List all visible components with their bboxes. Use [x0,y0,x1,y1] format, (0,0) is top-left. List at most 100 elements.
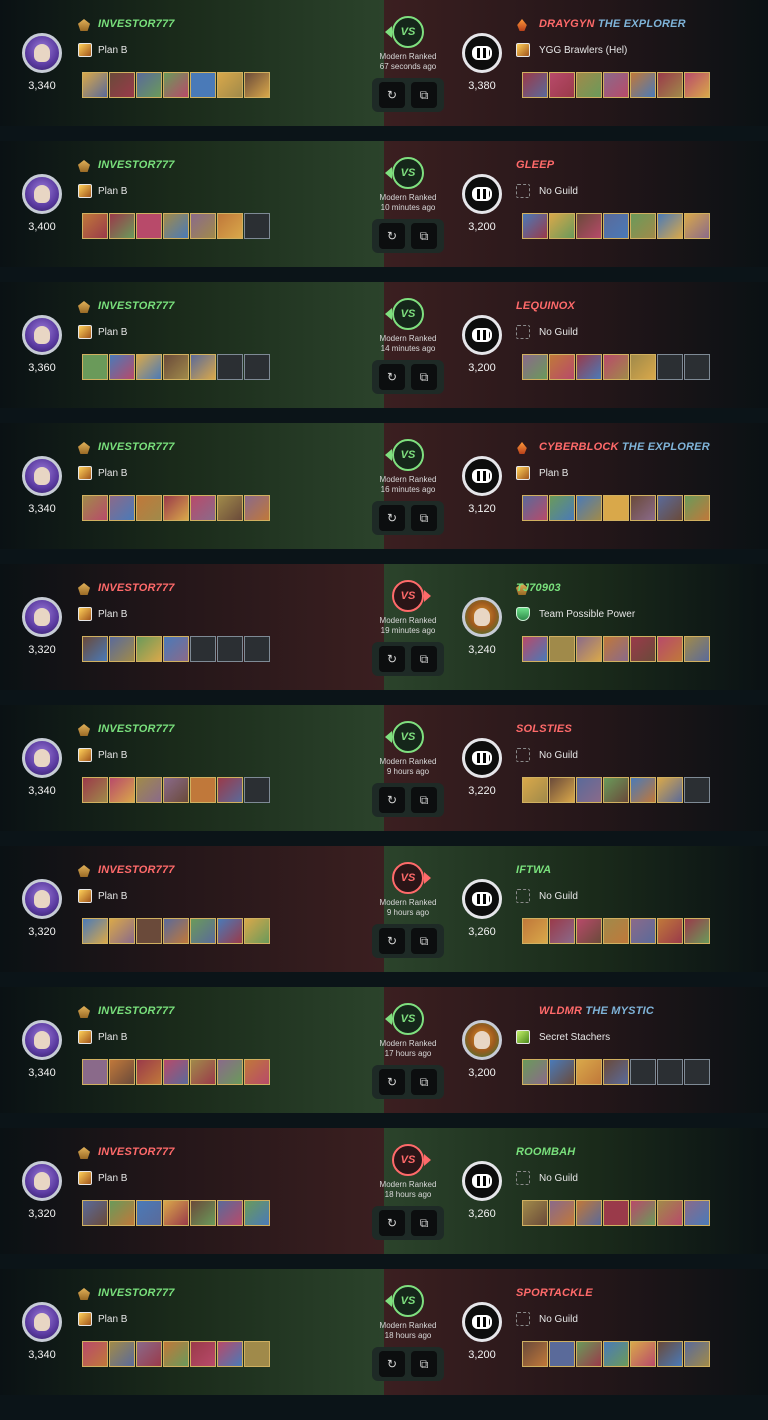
card-thumbnail[interactable] [109,1059,135,1085]
player-name[interactable]: SPORTACKLE [516,1287,593,1299]
guild-name[interactable]: Plan B [98,1032,127,1043]
player-name[interactable]: INVESTOR777 [98,18,175,30]
replay-button[interactable]: ↻ [379,82,405,108]
card-thumbnail[interactable] [576,1059,602,1085]
card-thumbnail[interactable] [657,495,683,521]
card-thumbnail[interactable] [190,354,216,380]
replay-button[interactable]: ↻ [379,1351,405,1377]
card-thumbnail[interactable] [603,1059,629,1085]
copy-button[interactable]: ⧉ [411,787,437,813]
avatar[interactable] [22,1161,62,1201]
card-thumbnail[interactable] [630,72,656,98]
card-thumbnail[interactable] [163,72,189,98]
guild-name[interactable]: Plan B [98,891,127,902]
card-thumbnail[interactable] [109,1200,135,1226]
copy-button[interactable]: ⧉ [411,1351,437,1377]
player-name[interactable]: INVESTOR777 [98,441,175,453]
card-thumbnail[interactable] [576,1341,602,1367]
card-thumbnail[interactable] [684,1200,710,1226]
card-thumbnail[interactable] [576,1200,602,1226]
card-thumbnail[interactable] [244,72,270,98]
guild-name[interactable]: No Guild [539,1314,578,1325]
copy-button[interactable]: ⧉ [411,364,437,390]
card-thumbnail[interactable] [136,354,162,380]
card-thumbnail[interactable] [163,1200,189,1226]
card-thumbnail[interactable] [163,213,189,239]
card-thumbnail[interactable] [82,777,108,803]
avatar[interactable] [22,1302,62,1342]
card-thumbnail[interactable] [190,777,216,803]
card-thumbnail[interactable] [522,1200,548,1226]
guild-name[interactable]: Team Possible Power [539,609,635,620]
card-thumbnail[interactable] [576,72,602,98]
guild-name[interactable]: Plan B [98,45,127,56]
card-thumbnail[interactable] [576,777,602,803]
player-name[interactable]: CYBERBLOCK THE EXPLORER [539,441,710,453]
avatar[interactable] [22,33,62,73]
card-thumbnail[interactable] [217,1341,243,1367]
player-name[interactable]: LEQUINOX [516,300,575,312]
card-thumbnail[interactable] [549,213,575,239]
player-name[interactable]: INVESTOR777 [98,582,175,594]
card-thumbnail[interactable] [82,1059,108,1085]
card-thumbnail[interactable] [549,1200,575,1226]
card-thumbnail[interactable] [244,1059,270,1085]
card-thumbnail[interactable] [603,1341,629,1367]
card-thumbnail[interactable] [190,1059,216,1085]
guild-name[interactable]: Plan B [98,609,127,620]
card-thumbnail[interactable] [82,636,108,662]
copy-button[interactable]: ⧉ [411,82,437,108]
card-thumbnail[interactable] [82,1341,108,1367]
card-thumbnail[interactable] [82,213,108,239]
card-thumbnail[interactable] [217,918,243,944]
card-thumbnail[interactable] [136,1200,162,1226]
card-thumbnail[interactable] [630,1341,656,1367]
guild-name[interactable]: No Guild [539,1173,578,1184]
card-thumbnail[interactable] [244,918,270,944]
card-thumbnail[interactable] [603,1200,629,1226]
card-thumbnail[interactable] [136,1059,162,1085]
card-thumbnail[interactable] [82,495,108,521]
player-name[interactable]: ROOMBAH [516,1146,575,1158]
copy-button[interactable]: ⧉ [411,505,437,531]
card-thumbnail[interactable] [549,1341,575,1367]
card-thumbnail[interactable] [522,213,548,239]
guild-name[interactable]: Plan B [98,327,127,338]
card-thumbnail[interactable] [522,777,548,803]
card-thumbnail[interactable] [190,495,216,521]
avatar[interactable] [462,597,502,637]
card-thumbnail[interactable] [684,1341,710,1367]
guild-name[interactable]: Plan B [98,468,127,479]
card-thumbnail[interactable] [136,636,162,662]
card-thumbnail[interactable] [136,72,162,98]
player-name[interactable]: INVESTOR777 [98,723,175,735]
card-thumbnail[interactable] [522,1059,548,1085]
card-thumbnail[interactable] [684,495,710,521]
card-thumbnail[interactable] [549,354,575,380]
card-thumbnail[interactable] [603,72,629,98]
card-thumbnail[interactable] [217,72,243,98]
guild-name[interactable]: Plan B [98,750,127,761]
player-name[interactable]: TJ70903 [516,582,561,594]
card-thumbnail[interactable] [603,495,629,521]
player-name[interactable]: INVESTOR777 [98,300,175,312]
card-thumbnail[interactable] [657,918,683,944]
card-thumbnail[interactable] [217,495,243,521]
card-thumbnail[interactable] [684,918,710,944]
card-thumbnail[interactable] [522,72,548,98]
card-thumbnail[interactable] [217,1059,243,1085]
avatar[interactable] [462,315,502,355]
avatar[interactable] [462,879,502,919]
card-thumbnail[interactable] [576,495,602,521]
player-name[interactable]: INVESTOR777 [98,864,175,876]
card-thumbnail[interactable] [603,354,629,380]
player-name[interactable]: SOLSTIES [516,723,572,735]
card-thumbnail[interactable] [549,636,575,662]
card-thumbnail[interactable] [657,1200,683,1226]
player-name[interactable]: INVESTOR777 [98,1005,175,1017]
card-thumbnail[interactable] [549,72,575,98]
avatar[interactable] [462,1302,502,1342]
card-thumbnail[interactable] [163,777,189,803]
replay-button[interactable]: ↻ [379,646,405,672]
card-thumbnail[interactable] [82,1200,108,1226]
